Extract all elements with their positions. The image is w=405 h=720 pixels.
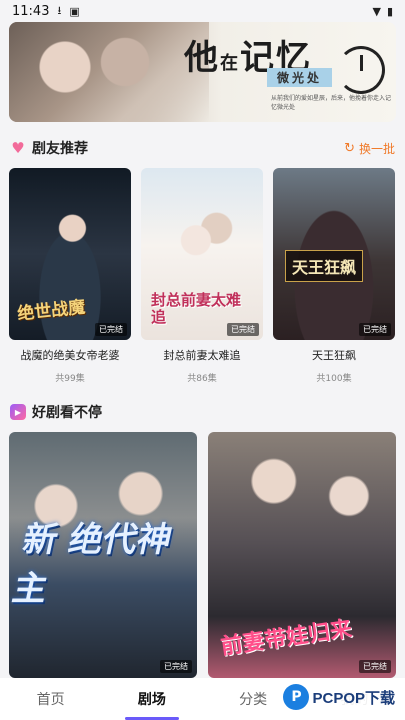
watermark: P PCPOP下载 xyxy=(279,682,399,712)
drama-card[interactable]: 天王狂飙 已完结 天王狂飙 共100集 xyxy=(273,168,395,384)
clock-icon xyxy=(337,46,385,94)
drama-title: 战魔的绝美女帝老婆 xyxy=(20,349,120,362)
section-title: 剧友推荐 xyxy=(32,141,88,157)
drama-card-large[interactable]: 前妻带娃归来 已完结 xyxy=(208,432,396,678)
download-icon: ⭳ xyxy=(57,3,62,17)
watermark-text: PCPOP下载 xyxy=(312,689,395,707)
drama-poster: 封总前妻太难追 已完结 xyxy=(141,168,263,340)
banner-subtitle: 微光处 xyxy=(267,68,333,87)
poster-title: 新 绝代神主 xyxy=(9,520,176,609)
section-title: 好剧看不停 xyxy=(32,405,102,421)
watermark-logo: P xyxy=(283,684,310,710)
tab-home[interactable]: 首页 xyxy=(0,678,101,720)
status-badge: 已完结 xyxy=(359,660,391,673)
drama-title: 封总前妻太难追 xyxy=(163,349,241,362)
drama-card[interactable]: 绝世战魔 已完结 战魔的绝美女帝老婆 共99集 xyxy=(9,168,131,384)
poster-title: 前妻带娃归来 xyxy=(219,615,354,661)
banner-photo xyxy=(9,22,209,122)
section-header-binge: ▶ 好剧看不停 xyxy=(10,402,395,422)
tv-icon: ▶ xyxy=(10,404,26,420)
status-badge: 已完结 xyxy=(160,660,192,673)
refresh-icon: ↻ xyxy=(344,140,355,156)
heart-icon: ♥ xyxy=(11,138,25,157)
status-time: 11:43 xyxy=(12,3,50,19)
tab-theater[interactable]: 剧场 xyxy=(101,678,202,720)
drama-card[interactable]: 封总前妻太难追 已完结 封总前妻太难追 共86集 xyxy=(141,168,263,384)
battery-icon: ▮ xyxy=(386,4,393,18)
refresh-button[interactable]: ↻ 换一批 xyxy=(344,140,395,157)
poster-title: 天王狂飙 xyxy=(285,250,364,282)
poster-title: 绝世战魔 xyxy=(16,297,87,325)
status-bar: 11:43 ⭳ ▣ ▼ ▮ xyxy=(0,0,405,22)
wifi-icon: ▼ xyxy=(372,4,381,18)
status-badge: 已完结 xyxy=(359,323,391,336)
banner-caption: 从前我们的爱如星辰，后来，他挽着你走入记忆微光处 xyxy=(271,95,392,111)
drama-card-large[interactable]: 新 绝代神主 已完结 xyxy=(9,432,197,678)
episode-count: 共100集 xyxy=(316,374,352,384)
episode-count: 共99集 xyxy=(55,374,85,384)
drama-poster: 天王狂飙 已完结 xyxy=(273,168,395,340)
drama-title: 天王狂飙 xyxy=(312,349,356,362)
section-header-recommend: ♥ 剧友推荐 ↻ 换一批 xyxy=(10,138,395,158)
hero-banner[interactable]: 他在记忆 微光处 从前我们的爱如星辰，后来，他挽着你走入记忆微光处 xyxy=(9,22,396,122)
poster-title: 封总前妻太难追 xyxy=(151,291,242,326)
status-badge: 已完结 xyxy=(227,323,259,336)
status-badge: 已完结 xyxy=(95,323,127,336)
refresh-label: 换一批 xyxy=(358,141,395,156)
episode-count: 共86集 xyxy=(187,374,217,384)
image-icon: ▣ xyxy=(69,4,80,18)
drama-poster: 绝世战魔 已完结 xyxy=(9,168,131,340)
